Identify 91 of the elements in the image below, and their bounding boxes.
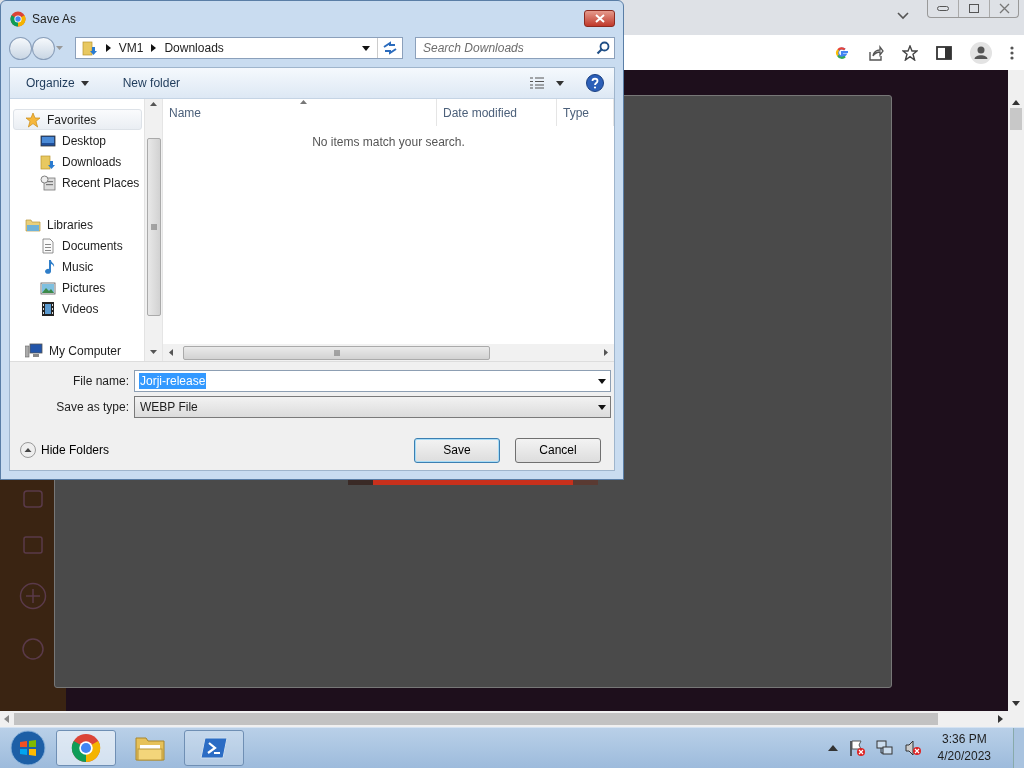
search-field[interactable]: Search Downloads [415,37,615,59]
breadcrumb-item[interactable]: VM1 [118,41,144,55]
star-icon [25,111,41,128]
share-icon[interactable] [868,44,884,61]
nav-item[interactable]: Music [13,256,142,277]
maximize-icon [968,3,980,14]
clock-time: 3:36 PM [941,731,987,748]
start-button[interactable] [10,730,46,766]
column-header[interactable]: Date modified [437,99,557,126]
field-label: File name: [71,374,129,388]
scroll-up-icon[interactable] [1012,100,1020,106]
close-icon [998,3,1010,14]
recent-places-icon [40,174,56,191]
chevron-right-icon[interactable] [151,44,157,52]
sort-arrow-icon [299,100,307,104]
new-folder-button[interactable]: New folder [116,74,187,92]
horizontal-scrollbar[interactable] [163,344,614,361]
powershell-icon [200,736,228,760]
nav-item[interactable]: Videos [13,298,142,319]
field-label: Save as type: [55,400,129,414]
refresh-icon [382,41,398,55]
taskbar-button[interactable] [56,730,116,766]
dropdown-arrow-icon[interactable] [598,378,606,384]
dropdown-icon[interactable] [362,45,370,51]
column-header[interactable]: Name [163,99,437,126]
flag-error-icon[interactable] [847,739,866,757]
show-hidden-icons-button[interactable] [827,745,838,751]
google-icon[interactable] [834,44,850,61]
nav-item[interactable]: Desktop [13,130,142,151]
help-icon[interactable] [586,74,604,92]
menu-icon[interactable] [1010,45,1014,60]
scroll-up-icon[interactable] [150,102,157,106]
column-header[interactable]: Type [557,99,614,126]
scroll-left-icon[interactable] [169,349,173,356]
dropdown-icon[interactable] [556,80,564,86]
hide-folders-button[interactable]: Hide Folders [20,442,110,458]
scroll-right-icon[interactable] [998,715,1004,723]
chevron-right-icon[interactable] [105,44,111,52]
minimize-icon [937,5,949,12]
profile-icon[interactable] [970,41,992,64]
file-type-dropdown[interactable]: WEBP File [134,396,611,418]
empty-message: No items match your search. [312,135,465,149]
view-list-icon[interactable] [530,77,544,89]
cancel-button[interactable]: Cancel [515,437,601,463]
folder-icon [134,734,166,762]
chrome-icon [10,10,26,27]
picture-icon [40,279,56,296]
save-button[interactable]: Save [414,437,500,463]
close-button[interactable] [584,10,615,27]
library-folder-icon [25,216,41,233]
organize-menu[interactable]: Organize [20,74,95,92]
chevron-down-icon[interactable] [897,12,909,20]
nav-item[interactable]: Pictures [13,277,142,298]
chrome-icon [71,733,101,763]
folder-download-icon [40,153,56,170]
grip-icon[interactable] [150,224,157,230]
plus-icon [19,582,47,610]
nav-item[interactable]: Favorites [13,109,142,130]
document-icon [40,237,56,254]
vertical-scrollbar[interactable] [1008,70,1024,727]
clock-date: 4/20/2023 [937,748,991,765]
star-icon[interactable] [902,44,918,61]
scroll-down-icon[interactable] [150,350,157,354]
computer-icon [25,342,43,359]
scroll-right-icon[interactable] [604,349,608,356]
grip-icon[interactable] [333,349,340,356]
scroll-down-icon[interactable] [1012,701,1020,707]
search-icon [596,41,610,55]
nav-item[interactable]: Recent Places [13,172,142,193]
film-icon [40,300,56,317]
taskbar-button[interactable] [184,730,244,766]
dropdown-arrow-icon[interactable] [598,404,606,410]
folder-download-icon [81,40,98,56]
network-icon[interactable] [875,739,894,757]
close-icon [594,14,605,23]
breadcrumb-item[interactable]: Downloads [164,41,224,55]
nav-item[interactable]: Libraries [13,214,142,235]
nav-item[interactable]: My Computer [13,340,142,361]
vertical-scrollbar[interactable] [144,99,162,361]
nav-item[interactable]: Downloads [13,151,142,172]
nav-item[interactable]: Documents [13,235,142,256]
caret-icon [80,80,89,86]
speaker-muted-icon[interactable] [903,739,922,757]
address-bar[interactable]: VM1 Downloads [74,37,403,59]
scroll-thumb[interactable] [1010,108,1022,130]
collapse-icon [20,442,36,458]
scroll-left-icon[interactable] [4,715,10,723]
window-title: Save As [32,11,77,26]
desktop-icon [40,132,56,149]
horizontal-scrollbar[interactable] [0,711,1008,727]
side-panel-icon[interactable] [936,44,952,61]
